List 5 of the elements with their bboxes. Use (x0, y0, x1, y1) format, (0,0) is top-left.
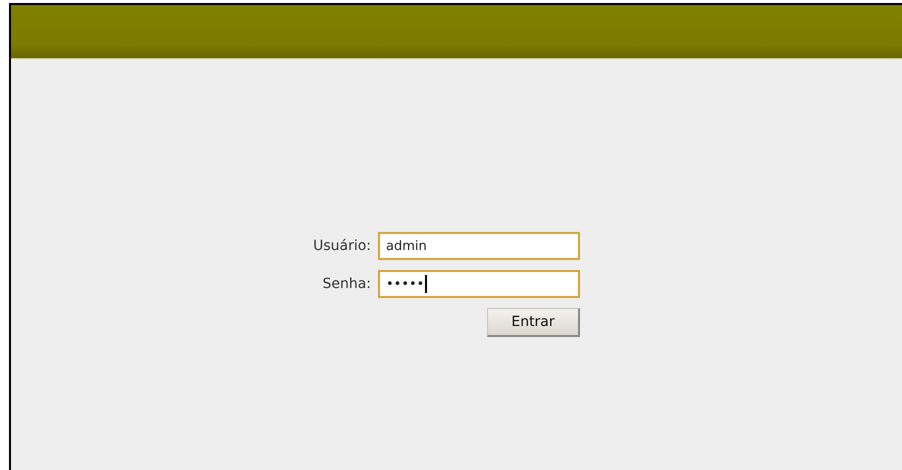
input-field[interactable]: admin (378, 232, 580, 260)
login-button[interactable]: Entrar (487, 308, 580, 337)
field-label: Usuário: (313, 238, 371, 254)
field-label: Senha: (322, 276, 371, 292)
input-field[interactable]: ••••• (378, 270, 580, 298)
